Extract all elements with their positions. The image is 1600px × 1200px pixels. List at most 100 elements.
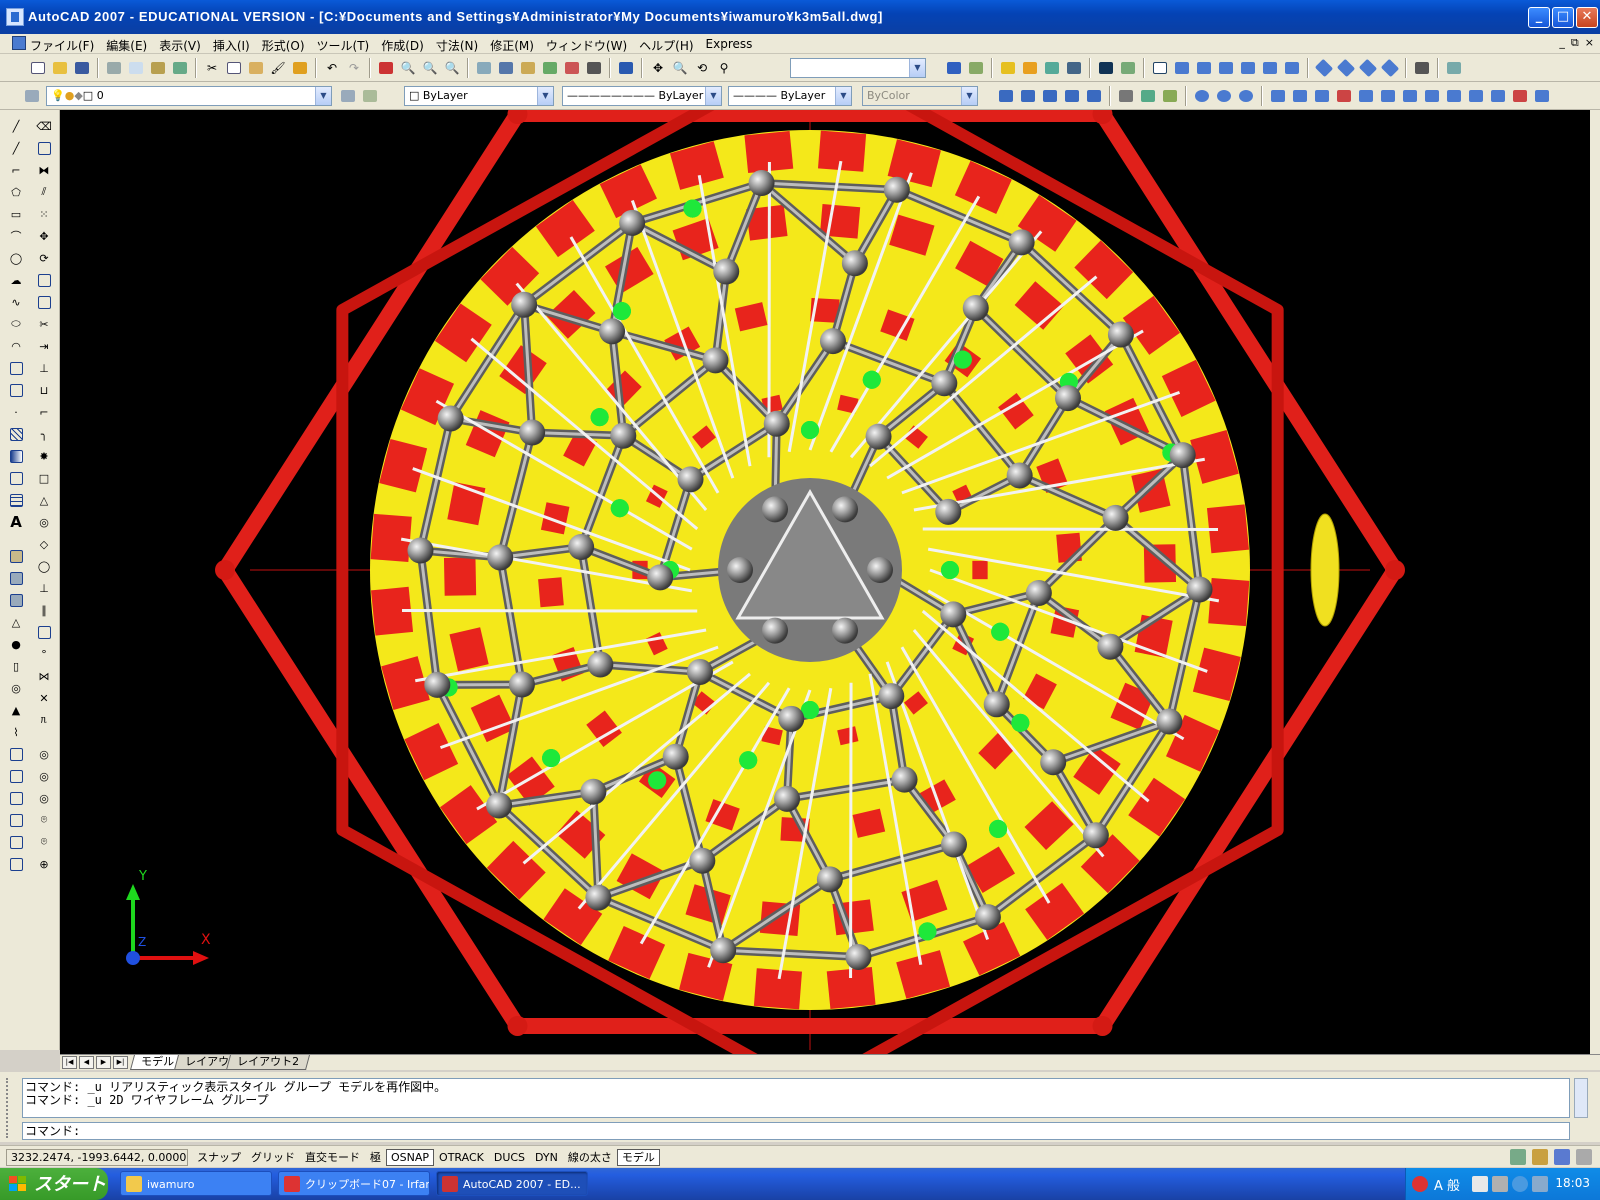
start-button[interactable]: スタート — [0, 1168, 108, 1200]
sphere-icon[interactable]: ● — [6, 634, 26, 654]
intersect-icon[interactable] — [1236, 86, 1256, 106]
ime-indicator[interactable]: A 般 — [1434, 1175, 1460, 1194]
3d-model-drawing[interactable]: Y X Z — [60, 110, 1590, 1054]
torus-icon[interactable]: ◎ — [6, 678, 26, 698]
line-icon[interactable]: ╱ — [6, 116, 26, 136]
join-icon[interactable]: ⊔ — [34, 380, 54, 400]
right-view-icon[interactable] — [1238, 58, 1258, 78]
solid-edit-icon-13[interactable] — [1532, 86, 1552, 106]
polysolid-icon[interactable] — [6, 546, 26, 566]
workspace-icon-2[interactable] — [1018, 86, 1038, 106]
communication-center-icon[interactable] — [1510, 1149, 1526, 1165]
array-icon[interactable]: ⁙ — [34, 204, 54, 224]
explode-icon[interactable]: ✸ — [34, 446, 54, 466]
solid-edit-icon-12[interactable] — [1510, 86, 1530, 106]
coordinate-display[interactable]: 3232.2474, -1993.6442, 0.0000 — [6, 1149, 188, 1166]
3d-move-icon[interactable] — [1116, 86, 1136, 106]
next-tab-button[interactable]: ▶ — [96, 1056, 111, 1069]
se-iso-icon[interactable] — [1336, 58, 1356, 78]
linetype-dropdown[interactable]: ———————— ByLayer ▼ — [562, 86, 722, 106]
zoom-view-icon[interactable]: 🔍 — [670, 58, 690, 78]
tool-palettes-icon[interactable] — [518, 58, 538, 78]
task-clipboard[interactable]: クリップボード07 - Irfan... — [278, 1171, 430, 1196]
command-scrollbar[interactable] — [1574, 1078, 1588, 1118]
background-icon[interactable] — [1096, 58, 1116, 78]
lineweight-dropdown[interactable]: ———— ByLayer ▼ — [728, 86, 852, 106]
ellipse-icon[interactable]: ⬭ — [6, 314, 26, 334]
doc-close-button[interactable]: × — [1585, 36, 1594, 50]
planar-surface-icon[interactable] — [6, 744, 26, 764]
solid-edit-icon-9[interactable] — [1444, 86, 1464, 106]
multiline-text-icon[interactable]: A — [6, 512, 26, 532]
pan-icon[interactable] — [376, 58, 396, 78]
status-toggle[interactable]: OTRACK — [434, 1149, 489, 1166]
plot-icon[interactable] — [104, 58, 124, 78]
rectangle-icon[interactable]: ▭ — [6, 204, 26, 224]
status-toggle[interactable]: グリッド — [246, 1149, 300, 1166]
copy-icon[interactable] — [224, 58, 244, 78]
tray-app-icon-2[interactable] — [1492, 1176, 1508, 1192]
task-iwamuro[interactable]: iwamuro — [120, 1171, 272, 1196]
3d-swivel-icon[interactable]: ⌾ — [34, 832, 54, 852]
named-view-icon[interactable] — [1150, 58, 1170, 78]
nw-iso-icon[interactable] — [1380, 58, 1400, 78]
revolve-icon[interactable] — [6, 832, 26, 852]
solid-edit-icon-11[interactable] — [1488, 86, 1508, 106]
camera-view-icon[interactable] — [1412, 58, 1432, 78]
solid-edit-icon-3[interactable] — [1312, 86, 1332, 106]
first-tab-button[interactable]: |◀ — [62, 1056, 77, 1069]
render-icon[interactable] — [944, 58, 964, 78]
command-window-grip[interactable] — [6, 1078, 16, 1138]
menu-edit[interactable]: 編集(E) — [106, 37, 147, 54]
solid-edit-icon-5[interactable] — [1356, 86, 1376, 106]
spline-icon[interactable]: ∿ — [6, 292, 26, 312]
snap-tangent-icon[interactable]: ◯ — [34, 556, 54, 576]
snap-quadrant-icon[interactable]: ◇ — [34, 534, 54, 554]
ne-iso-icon[interactable] — [1358, 58, 1378, 78]
prev-tab-button[interactable]: ◀ — [79, 1056, 94, 1069]
circle-icon[interactable]: ◯ — [6, 248, 26, 268]
workspace-icon-4[interactable] — [1062, 86, 1082, 106]
status-toggle[interactable]: 線の太さ — [563, 1149, 617, 1166]
workspace-icon-3[interactable] — [1040, 86, 1060, 106]
solid-edit-icon-6[interactable] — [1378, 86, 1398, 106]
named-views-dropdown[interactable]: ▼ — [790, 58, 926, 78]
revision-cloud-icon[interactable]: ☁ — [6, 270, 26, 290]
last-tab-button[interactable]: ▶| — [113, 1056, 128, 1069]
walk-icon[interactable]: ⚲ — [714, 58, 734, 78]
block-editor-icon[interactable] — [290, 58, 310, 78]
doc-restore-button[interactable]: ⧉ — [1571, 36, 1579, 50]
document-icon[interactable] — [12, 36, 26, 50]
sheet-set-icon[interactable] — [540, 58, 560, 78]
snap-nearest-icon[interactable]: ⋈ — [34, 666, 54, 686]
left-view-icon[interactable] — [1216, 58, 1236, 78]
status-toggle[interactable]: スナップ — [192, 1149, 246, 1166]
layer-manager-icon[interactable] — [22, 86, 42, 106]
status-toggle[interactable]: OSNAP — [386, 1149, 435, 1166]
toolbar-lock-icon[interactable] — [1532, 1149, 1548, 1165]
3d-orbit-icon[interactable]: ◎ — [34, 744, 54, 764]
wedge-icon[interactable] — [6, 590, 26, 610]
snap-perpendicular-icon[interactable]: ⊥ — [34, 578, 54, 598]
sun-icon[interactable] — [1020, 58, 1040, 78]
menu-format[interactable]: 形式(O) — [262, 37, 305, 54]
solid-edit-icon-8[interactable] — [1422, 86, 1442, 106]
union-icon[interactable] — [1192, 86, 1212, 106]
copy-object-icon[interactable] — [34, 138, 54, 158]
network-icon[interactable] — [1512, 1176, 1528, 1192]
light-icon[interactable] — [998, 58, 1018, 78]
command-line-input[interactable]: コマンド: — [22, 1122, 1570, 1140]
mirror-icon[interactable]: ⧓ — [34, 160, 54, 180]
polyline-icon[interactable]: ⌐ — [6, 160, 26, 180]
subtract-icon[interactable] — [1214, 86, 1234, 106]
maximize-button[interactable]: □ — [1552, 7, 1574, 28]
menu-tools[interactable]: ツール(T) — [317, 37, 370, 54]
workspace-icon-1[interactable] — [996, 86, 1016, 106]
osnap-settings-icon[interactable]: ᥰ — [34, 710, 54, 730]
tray-app-icon[interactable] — [1472, 1176, 1488, 1192]
status-toggle[interactable]: DYN — [530, 1149, 563, 1166]
workspace-icon-5[interactable] — [1084, 86, 1104, 106]
3d-continuous-orbit-icon[interactable]: ◎ — [34, 788, 54, 808]
hatch-icon[interactable] — [6, 424, 26, 444]
menu-file[interactable]: ファイル(F) — [30, 37, 94, 54]
